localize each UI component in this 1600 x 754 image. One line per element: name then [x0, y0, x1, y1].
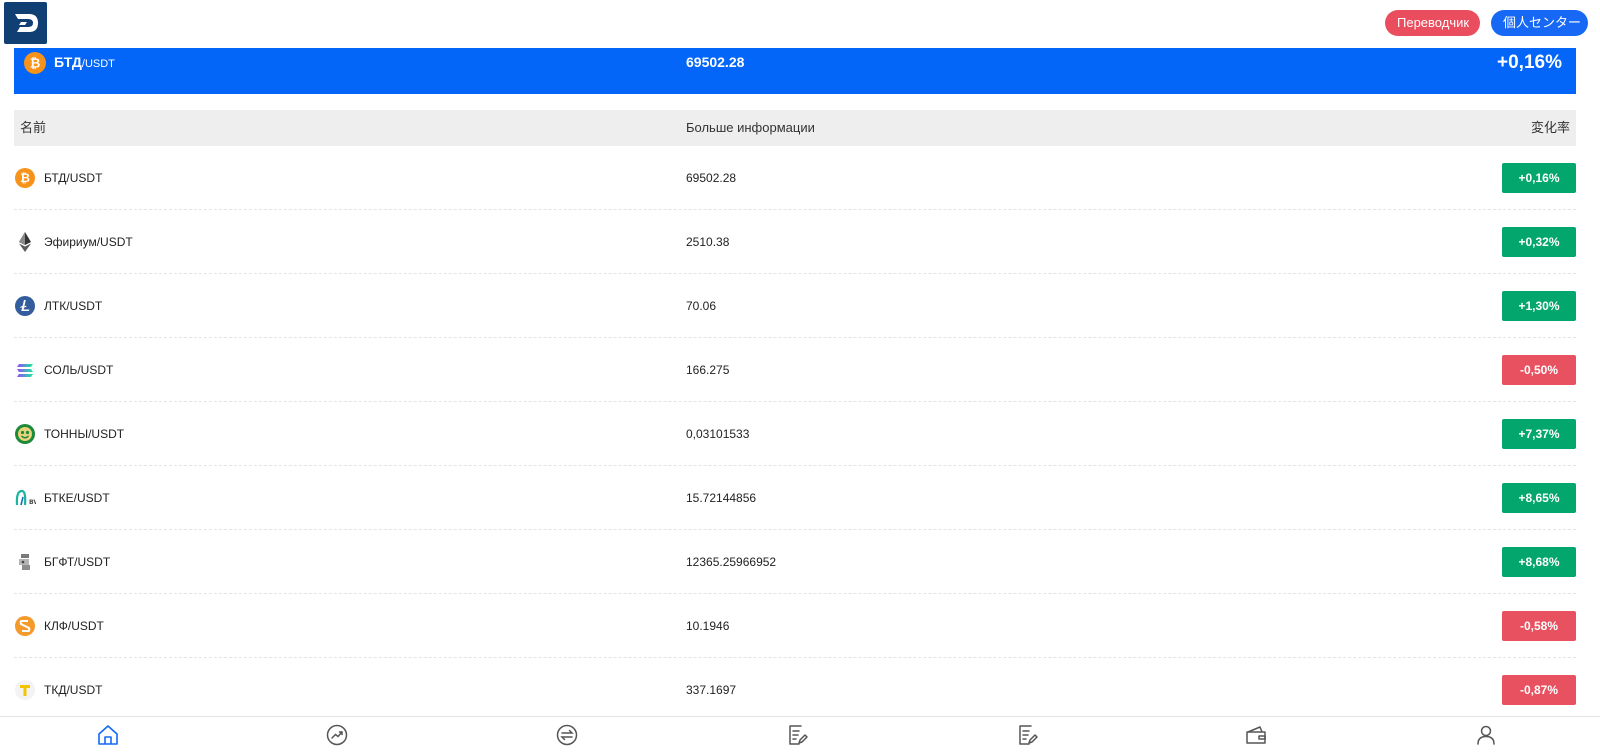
change-badge: +0,16% [1502, 163, 1576, 193]
ethereum-icon [19, 232, 31, 252]
tab-wallet[interactable] [1244, 723, 1268, 747]
litecoin-icon [15, 296, 35, 316]
change-badge: -0,87% [1502, 675, 1576, 705]
table-row[interactable]: КЛФ/USDT 10.1946 -0,58% [14, 594, 1576, 658]
column-header-name: 名前 [20, 120, 47, 135]
svg-text:₿: ₿ [30, 57, 41, 72]
pair-price: 15.72144856 [686, 491, 757, 505]
pair-price: 2510.38 [686, 235, 730, 249]
bitcoin-icon: ₿ [24, 52, 46, 74]
document-edit-icon [789, 725, 808, 745]
logo-icon [14, 14, 38, 32]
change-badge: +0,32% [1502, 227, 1576, 257]
featured-pair-banner[interactable]: ₿ БТД/USDT 69502.28 +0,16% [14, 48, 1576, 94]
change-badge: +8,65% [1502, 483, 1576, 513]
column-header-info: Больше информации [686, 120, 815, 135]
featured-pair-price: 69502.28 [686, 54, 745, 70]
featured-pair-change: +0,16% [1497, 52, 1562, 73]
column-header-rate: 変化率 [1530, 120, 1570, 135]
pair-name: ТКД/USDT [44, 683, 103, 697]
app-logo[interactable] [4, 2, 47, 44]
svg-text:₿: ₿ [20, 171, 30, 185]
pair-price: 337.1697 [686, 683, 737, 697]
bgft-icon [19, 554, 30, 570]
document-edit-icon [1019, 725, 1038, 745]
change-badge: +7,37% [1502, 419, 1576, 449]
personal-center-button[interactable]: 個人センター [1491, 10, 1588, 36]
pair-name: ЛТК/USDT [44, 299, 103, 313]
trend-icon [326, 724, 348, 746]
pair-price: 0,03101533 [686, 427, 750, 441]
pair-name: СОЛЬ/USDT [44, 363, 114, 377]
exchange-icon [556, 724, 578, 746]
bottom-tab-bar [0, 716, 1600, 754]
svg-text:BV: BV [29, 499, 36, 506]
tonny-icon [15, 424, 35, 444]
home-icon [98, 725, 118, 745]
table-header: 名前 Больше информации 変化率 [14, 110, 1576, 146]
pair-price: 12365.25966952 [686, 555, 777, 569]
pair-name: БГФТ/USDT [44, 555, 111, 569]
pair-name: ТОННЫ/USDT [44, 427, 125, 441]
pair-name: БТД/USDT [44, 171, 103, 185]
tab-orders[interactable] [785, 723, 809, 747]
table-row[interactable]: ₿ БТД/USDT 69502.28 +0,16% [14, 146, 1576, 210]
translator-button[interactable]: Переводчик [1385, 10, 1480, 36]
table-row[interactable]: Эфириум/USDT 2510.38 +0,32% [14, 210, 1576, 274]
btke-icon: BV [15, 489, 36, 506]
change-badge: -0,50% [1502, 355, 1576, 385]
user-icon [1477, 725, 1495, 745]
change-badge: -0,58% [1502, 611, 1576, 641]
tab-exchange[interactable] [555, 723, 579, 747]
pair-name: Эфириум/USDT [44, 235, 133, 249]
table-row[interactable]: СОЛЬ/USDT 166.275 -0,50% [14, 338, 1576, 402]
solana-icon [17, 364, 33, 377]
tab-markets[interactable] [325, 723, 349, 747]
pair-price: 166.275 [686, 363, 730, 377]
klf-icon [15, 616, 35, 636]
table-row[interactable]: БГФТ/USDT 12365.25966952 +8,68% [14, 530, 1576, 594]
table-row[interactable]: ТОННЫ/USDT 0,03101533 +7,37% [14, 402, 1576, 466]
pair-price: 70.06 [686, 299, 717, 313]
market-list: ₿ БТД/USDT 69502.28 +0,16% Эфириум/USDT … [14, 146, 1576, 722]
tab-records[interactable] [1015, 723, 1039, 747]
tkd-icon [15, 680, 35, 700]
table-row[interactable]: ЛТК/USDT 70.06 +1,30% [14, 274, 1576, 338]
pair-price: 69502.28 [686, 171, 737, 185]
featured-pair-name: БТД/USDT [54, 54, 115, 70]
pair-name: КЛФ/USDT [44, 619, 104, 633]
table-row[interactable]: ТКД/USDT 337.1697 -0,87% [14, 658, 1576, 722]
pair-name: БТКЕ/USDT [44, 491, 110, 505]
tab-home[interactable] [96, 723, 120, 747]
table-row[interactable]: BV БТКЕ/USDT 15.72144856 +8,65% [14, 466, 1576, 530]
bitcoin-icon: ₿ [15, 168, 35, 188]
top-bar: Переводчик 個人センター [0, 0, 1600, 48]
wallet-icon [1246, 726, 1266, 744]
pair-price: 10.1946 [686, 619, 730, 633]
change-badge: +1,30% [1502, 291, 1576, 321]
tab-profile[interactable] [1474, 723, 1498, 747]
change-badge: +8,68% [1502, 547, 1576, 577]
